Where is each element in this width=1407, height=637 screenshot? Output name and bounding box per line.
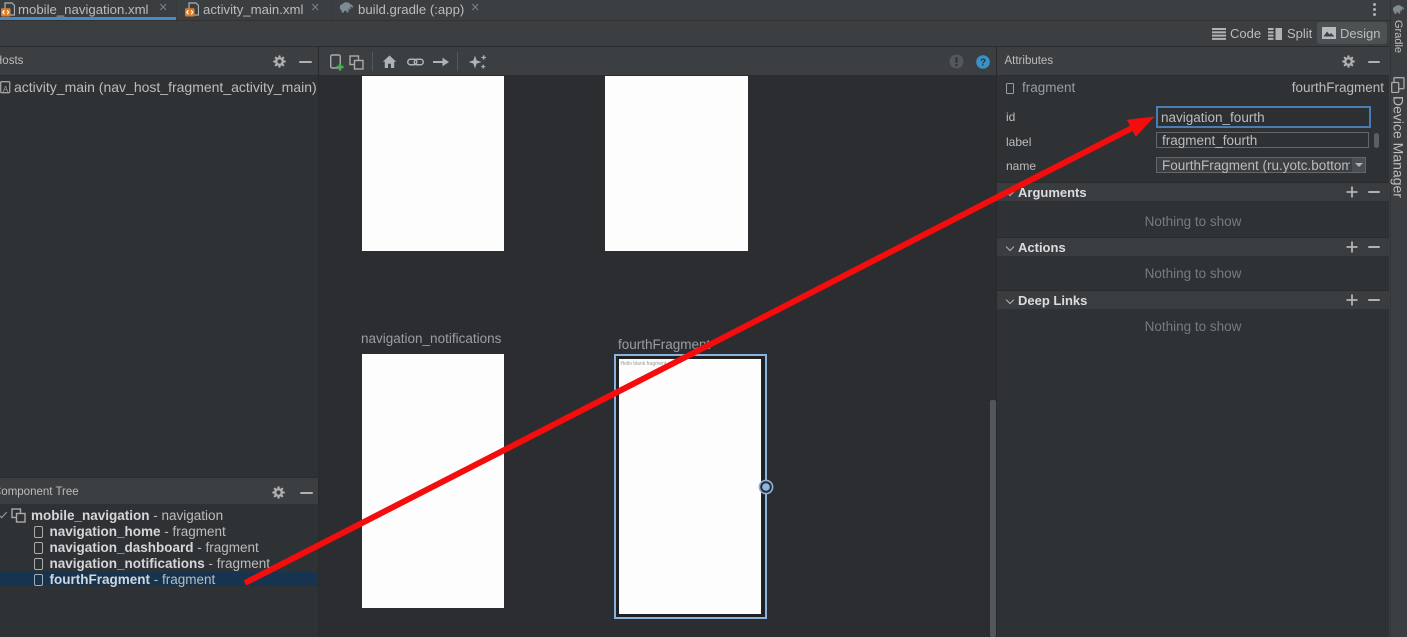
svg-text:A: A (3, 85, 9, 94)
svg-text:?: ? (980, 58, 986, 69)
